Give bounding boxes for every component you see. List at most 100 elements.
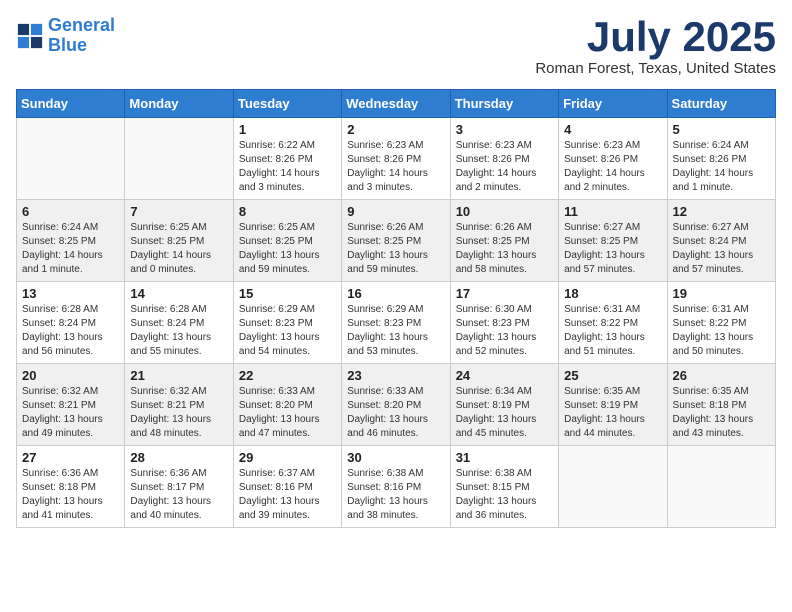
calendar-day-cell: 15 Sunrise: 6:29 AM Sunset: 8:23 PM Dayli… <box>233 282 341 364</box>
day-number: 8 <box>239 204 336 219</box>
calendar-day-cell: 18 Sunrise: 6:31 AM Sunset: 8:22 PM Dayli… <box>559 282 667 364</box>
day-number: 27 <box>22 450 119 465</box>
day-number: 16 <box>347 286 444 301</box>
weekday-header-sunday: Sunday <box>17 90 125 118</box>
logo-text: General Blue <box>48 16 115 56</box>
day-info: Sunrise: 6:26 AM Sunset: 8:25 PM Dayligh… <box>347 221 444 277</box>
calendar-week-row: 20 Sunrise: 6:32 AM Sunset: 8:21 PM Dayli… <box>17 364 776 446</box>
day-info: Sunrise: 6:27 AM Sunset: 8:25 PM Dayligh… <box>564 221 661 277</box>
calendar-week-row: 6 Sunrise: 6:24 AM Sunset: 8:25 PM Daylig… <box>17 200 776 282</box>
calendar-day-cell: 31Sunrise: 6:38 AM Sunset: 8:15 PM Dayli… <box>450 446 558 528</box>
calendar-day-cell: 4 Sunrise: 6:23 AM Sunset: 8:26 PM Daylig… <box>559 118 667 200</box>
calendar-day-cell: 3Sunrise: 6:23 AM Sunset: 8:26 PM Daylig… <box>450 118 558 200</box>
calendar-day-cell: 25Sunrise: 6:35 AM Sunset: 8:19 PM Dayli… <box>559 364 667 446</box>
calendar-day-cell: 27 Sunrise: 6:36 AM Sunset: 8:18 PM Dayli… <box>17 446 125 528</box>
day-number: 28 <box>130 450 227 465</box>
day-info: Sunrise: 6:23 AM Sunset: 8:26 PM Dayligh… <box>456 139 553 195</box>
weekday-header-wednesday: Wednesday <box>342 90 450 118</box>
calendar-day-cell: 13 Sunrise: 6:28 AM Sunset: 8:24 PM Dayli… <box>17 282 125 364</box>
day-info: Sunrise: 6:26 AM Sunset: 8:25 PM Dayligh… <box>456 221 553 277</box>
day-number: 20 <box>22 368 119 383</box>
day-number: 12 <box>673 204 770 219</box>
calendar-day-cell: 17 Sunrise: 6:30 AM Sunset: 8:23 PM Dayli… <box>450 282 558 364</box>
day-info: Sunrise: 6:28 AM Sunset: 8:24 PM Dayligh… <box>22 303 119 359</box>
day-number: 14 <box>130 286 227 301</box>
page-header: General Blue July 2025 Roman Forest, Tex… <box>16 16 776 77</box>
day-info: Sunrise: 6:27 AM Sunset: 8:24 PM Dayligh… <box>673 221 770 277</box>
logo-line1: General <box>48 15 115 35</box>
day-info: Sunrise: 6:36 AM Sunset: 8:17 PM Dayligh… <box>130 467 227 523</box>
logo: General Blue <box>16 16 115 56</box>
calendar-day-cell: 1 Sunrise: 6:22 AM Sunset: 8:26 PM Daylig… <box>233 118 341 200</box>
calendar-day-cell: 7 Sunrise: 6:25 AM Sunset: 8:25 PM Daylig… <box>125 200 233 282</box>
day-number: 21 <box>130 368 227 383</box>
logo-line2: Blue <box>48 35 87 55</box>
calendar-day-cell: 21Sunrise: 6:32 AM Sunset: 8:21 PM Dayli… <box>125 364 233 446</box>
day-info: Sunrise: 6:36 AM Sunset: 8:18 PM Dayligh… <box>22 467 119 523</box>
calendar-day-cell: 30 Sunrise: 6:38 AM Sunset: 8:16 PM Dayli… <box>342 446 450 528</box>
calendar-day-cell: 29 Sunrise: 6:37 AM Sunset: 8:16 PM Dayli… <box>233 446 341 528</box>
calendar-week-row: 13 Sunrise: 6:28 AM Sunset: 8:24 PM Dayli… <box>17 282 776 364</box>
day-number: 15 <box>239 286 336 301</box>
month-title: July 2025 <box>535 16 776 58</box>
calendar-day-cell: 2Sunrise: 6:23 AM Sunset: 8:26 PM Daylig… <box>342 118 450 200</box>
day-number: 6 <box>22 204 119 219</box>
day-info: Sunrise: 6:24 AM Sunset: 8:25 PM Dayligh… <box>22 221 119 277</box>
day-number: 24 <box>456 368 553 383</box>
day-info: Sunrise: 6:23 AM Sunset: 8:26 PM Dayligh… <box>564 139 661 195</box>
calendar-day-cell: 6 Sunrise: 6:24 AM Sunset: 8:25 PM Daylig… <box>17 200 125 282</box>
day-number: 18 <box>564 286 661 301</box>
day-info: Sunrise: 6:29 AM Sunset: 8:23 PM Dayligh… <box>239 303 336 359</box>
weekday-header-friday: Friday <box>559 90 667 118</box>
day-info: Sunrise: 6:31 AM Sunset: 8:22 PM Dayligh… <box>564 303 661 359</box>
day-info: Sunrise: 6:34 AM Sunset: 8:19 PM Dayligh… <box>456 385 553 441</box>
day-number: 2 <box>347 122 444 137</box>
day-number: 11 <box>564 204 661 219</box>
day-number: 1 <box>239 122 336 137</box>
calendar-day-cell <box>667 446 775 528</box>
day-info: Sunrise: 6:30 AM Sunset: 8:23 PM Dayligh… <box>456 303 553 359</box>
location: Roman Forest, Texas, United States <box>535 60 776 77</box>
day-info: Sunrise: 6:31 AM Sunset: 8:22 PM Dayligh… <box>673 303 770 359</box>
day-number: 13 <box>22 286 119 301</box>
calendar-day-cell: 28 Sunrise: 6:36 AM Sunset: 8:17 PM Dayli… <box>125 446 233 528</box>
weekday-header-monday: Monday <box>125 90 233 118</box>
calendar-week-row: 27 Sunrise: 6:36 AM Sunset: 8:18 PM Dayli… <box>17 446 776 528</box>
day-info: Sunrise: 6:22 AM Sunset: 8:26 PM Dayligh… <box>239 139 336 195</box>
calendar-day-cell <box>17 118 125 200</box>
calendar-day-cell: 10Sunrise: 6:26 AM Sunset: 8:25 PM Dayli… <box>450 200 558 282</box>
day-info: Sunrise: 6:33 AM Sunset: 8:20 PM Dayligh… <box>239 385 336 441</box>
day-number: 7 <box>130 204 227 219</box>
day-number: 29 <box>239 450 336 465</box>
day-number: 30 <box>347 450 444 465</box>
day-info: Sunrise: 6:24 AM Sunset: 8:26 PM Dayligh… <box>673 139 770 195</box>
calendar: SundayMondayTuesdayWednesdayThursdayFrid… <box>16 89 776 528</box>
day-number: 22 <box>239 368 336 383</box>
day-number: 4 <box>564 122 661 137</box>
calendar-day-cell: 12 Sunrise: 6:27 AM Sunset: 8:24 PM Dayli… <box>667 200 775 282</box>
calendar-day-cell: 24 Sunrise: 6:34 AM Sunset: 8:19 PM Dayli… <box>450 364 558 446</box>
calendar-day-cell: 22 Sunrise: 6:33 AM Sunset: 8:20 PM Dayli… <box>233 364 341 446</box>
calendar-day-cell <box>125 118 233 200</box>
day-info: Sunrise: 6:25 AM Sunset: 8:25 PM Dayligh… <box>130 221 227 277</box>
calendar-day-cell: 20 Sunrise: 6:32 AM Sunset: 8:21 PM Dayli… <box>17 364 125 446</box>
weekday-header-tuesday: Tuesday <box>233 90 341 118</box>
weekday-header-saturday: Saturday <box>667 90 775 118</box>
day-info: Sunrise: 6:33 AM Sunset: 8:20 PM Dayligh… <box>347 385 444 441</box>
day-number: 9 <box>347 204 444 219</box>
day-info: Sunrise: 6:37 AM Sunset: 8:16 PM Dayligh… <box>239 467 336 523</box>
day-number: 5 <box>673 122 770 137</box>
day-info: Sunrise: 6:32 AM Sunset: 8:21 PM Dayligh… <box>22 385 119 441</box>
day-number: 31 <box>456 450 553 465</box>
title-area: July 2025 Roman Forest, Texas, United St… <box>535 16 776 77</box>
day-info: Sunrise: 6:28 AM Sunset: 8:24 PM Dayligh… <box>130 303 227 359</box>
day-number: 17 <box>456 286 553 301</box>
day-info: Sunrise: 6:38 AM Sunset: 8:16 PM Dayligh… <box>347 467 444 523</box>
logo-icon <box>16 22 44 50</box>
calendar-day-cell: 9 Sunrise: 6:26 AM Sunset: 8:25 PM Daylig… <box>342 200 450 282</box>
calendar-day-cell: 23Sunrise: 6:33 AM Sunset: 8:20 PM Dayli… <box>342 364 450 446</box>
weekday-header-row: SundayMondayTuesdayWednesdayThursdayFrid… <box>17 90 776 118</box>
calendar-day-cell: 11 Sunrise: 6:27 AM Sunset: 8:25 PM Dayli… <box>559 200 667 282</box>
calendar-day-cell <box>559 446 667 528</box>
weekday-header-thursday: Thursday <box>450 90 558 118</box>
